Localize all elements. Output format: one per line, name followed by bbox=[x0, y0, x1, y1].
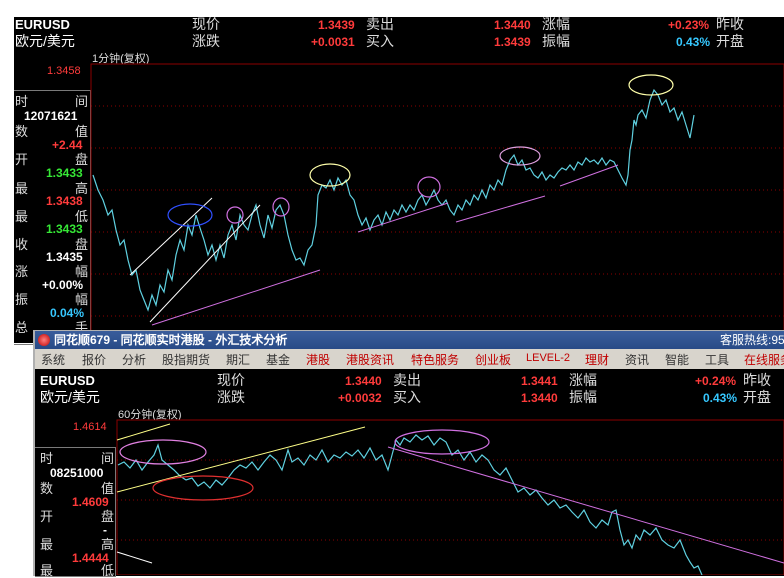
info-value-value: +2.44 bbox=[52, 138, 83, 152]
bottom-info-high-label-a: 最 bbox=[40, 537, 54, 552]
ask-label: 卖出 bbox=[366, 16, 394, 32]
info-value-label-b: 值 bbox=[75, 124, 89, 139]
menu-item-hk-stocks[interactable]: 港股 bbox=[306, 351, 330, 368]
amplitude-value: 0.43% bbox=[676, 35, 711, 49]
ask-value: 1.3440 bbox=[494, 18, 531, 32]
bottom-change-value: +0.0032 bbox=[338, 391, 382, 405]
change-pct-value: +0.23% bbox=[668, 18, 710, 32]
menu-item-tools[interactable]: 工具 bbox=[705, 351, 729, 368]
info-amp-label-b: 幅 bbox=[75, 292, 89, 307]
menu-item-forex[interactable]: 期汇 bbox=[226, 351, 250, 368]
info-chg-label-a: 涨 bbox=[15, 264, 29, 279]
info-time-value: 12071621 bbox=[24, 109, 78, 123]
info-amp-value: 0.04% bbox=[50, 306, 85, 320]
hotline-text: 客服热线:95 bbox=[720, 333, 784, 347]
bottom-bid-value: 1.3440 bbox=[521, 391, 558, 405]
bottom-change-pct-label: 涨幅 bbox=[569, 372, 597, 388]
bottom-info-time-label-a: 时 bbox=[40, 451, 54, 466]
info-value-label-a: 数 bbox=[15, 124, 29, 139]
prev-close-label: 昨收 bbox=[716, 16, 744, 32]
bottom-bid-label: 买入 bbox=[393, 389, 421, 405]
info-chg-value: +0.00% bbox=[42, 278, 84, 292]
app-logo-icon bbox=[38, 334, 50, 346]
bottom-symbol-name: 欧元/美元 bbox=[40, 389, 100, 405]
bottom-info-open-label-b: 盘 bbox=[101, 509, 115, 524]
info-open-label-b: 盘 bbox=[75, 152, 89, 167]
info-low-value: 1.3433 bbox=[46, 222, 83, 236]
info-open-label-a: 开 bbox=[15, 152, 29, 167]
bottom-open-label: 开盘 bbox=[743, 389, 771, 405]
bottom-interval-label: 60分钟(复权) bbox=[118, 409, 182, 421]
menu-item-info[interactable]: 资讯 bbox=[625, 351, 649, 368]
change-pct-label: 涨幅 bbox=[542, 16, 570, 32]
bottom-axis-top-value: 1.4614 bbox=[73, 421, 107, 433]
bottom-info-value-value: 1.4609 bbox=[72, 495, 109, 509]
bottom-info-open-label-a: 开 bbox=[40, 509, 54, 524]
price-value: 1.3439 bbox=[318, 18, 355, 32]
bottom-symbol-code: EURUSD bbox=[40, 373, 95, 388]
menu-item-smart[interactable]: 智能 bbox=[665, 351, 689, 368]
bottom-info-value-label-b: 值 bbox=[101, 481, 115, 496]
bottom-change-label: 涨跌 bbox=[217, 389, 245, 405]
menu-item-hk-news[interactable]: 港股资讯 bbox=[346, 351, 394, 368]
info-close-value: 1.3435 bbox=[46, 250, 83, 264]
info-amp-label-a: 振 bbox=[15, 292, 29, 307]
bottom-amplitude-label: 振幅 bbox=[569, 389, 597, 405]
bottom-amplitude-value: 0.43% bbox=[703, 391, 738, 405]
menu-item-analysis[interactable]: 分析 bbox=[122, 351, 146, 368]
menu-item-special-services[interactable]: 特色服务 bbox=[411, 351, 459, 368]
menu-item-system[interactable]: 系统 bbox=[41, 351, 65, 368]
interval-label: 1分钟(复权) bbox=[92, 53, 150, 65]
bottom-info-open-value: - bbox=[103, 523, 107, 537]
bottom-info-time-value: 08251000 bbox=[50, 466, 104, 480]
info-low-label-a: 最 bbox=[15, 209, 29, 224]
change-value: +0.0031 bbox=[311, 35, 355, 49]
info-high-value: 1.3438 bbox=[46, 194, 83, 208]
info-time-label-a: 时 bbox=[15, 94, 29, 109]
bottom-info-time-label-b: 间 bbox=[101, 451, 115, 466]
bid-value: 1.3439 bbox=[494, 35, 531, 49]
info-time-label-b: 间 bbox=[75, 94, 89, 109]
bottom-info-value-label-a: 数 bbox=[40, 481, 54, 496]
symbol-name: 欧元/美元 bbox=[15, 33, 75, 49]
bottom-info-high-label-b: 高 bbox=[101, 537, 115, 552]
bottom-info-low-label-a: 最 bbox=[40, 563, 54, 578]
menu-bar: 系统 报价 分析 股指期货 期汇 基金 港股 港股资讯 特色服务 创业板 LEV… bbox=[35, 349, 784, 369]
window-title: 同花顺679 - 同花顺实时港股 - 外汇技术分析 bbox=[54, 333, 288, 347]
open-label: 开盘 bbox=[716, 33, 744, 49]
price-label: 现价 bbox=[192, 16, 220, 32]
info-chg-label-b: 幅 bbox=[75, 264, 89, 279]
bottom-ask-value: 1.3441 bbox=[521, 374, 558, 388]
info-total-label-a: 总 bbox=[15, 320, 29, 335]
menu-item-finance[interactable]: 理财 bbox=[585, 351, 609, 368]
menu-item-quotes[interactable]: 报价 bbox=[82, 351, 106, 368]
bottom-ask-label: 卖出 bbox=[393, 372, 421, 388]
menu-item-gem[interactable]: 创业板 bbox=[475, 351, 511, 368]
bottom-price-label: 现价 bbox=[217, 372, 245, 388]
menu-item-level2[interactable]: LEVEL-2 bbox=[526, 352, 570, 364]
bottom-info-low-label-b: 低 bbox=[101, 563, 115, 578]
info-high-label-a: 最 bbox=[15, 181, 29, 196]
menu-item-online-service[interactable]: 在线服务 bbox=[744, 351, 784, 368]
menu-item-fund[interactable]: 基金 bbox=[266, 351, 290, 368]
info-close-label-a: 收 bbox=[15, 237, 29, 252]
bottom-price-value: 1.3440 bbox=[345, 374, 382, 388]
bottom-change-pct-value: +0.24% bbox=[695, 374, 737, 388]
amplitude-label: 振幅 bbox=[542, 33, 570, 49]
change-label: 涨跌 bbox=[192, 33, 220, 49]
info-open-value: 1.3433 bbox=[46, 166, 83, 180]
bottom-prev-close-label: 昨收 bbox=[743, 372, 771, 388]
bid-label: 买入 bbox=[366, 33, 394, 49]
symbol-code: EURUSD bbox=[15, 17, 70, 32]
menu-item-index-futures[interactable]: 股指期货 bbox=[162, 351, 210, 368]
window-titlebar[interactable]: 同花顺679 - 同花顺实时港股 - 外汇技术分析 客服热线:95 bbox=[35, 331, 784, 349]
axis-top-value: 1.3458 bbox=[47, 65, 81, 77]
